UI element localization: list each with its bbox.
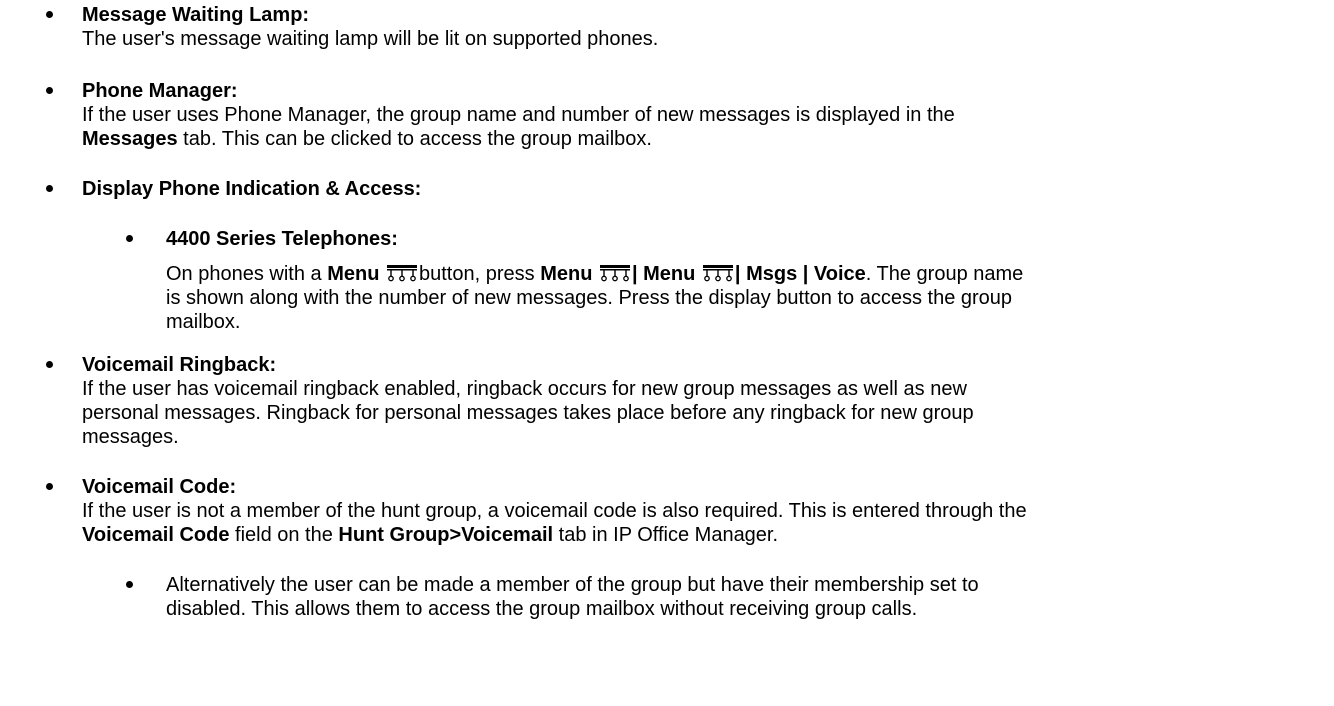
menu-key-icon bbox=[387, 265, 417, 282]
item-text: messages. bbox=[82, 426, 179, 448]
bullet bbox=[46, 483, 53, 490]
item-text: personal messages. Ringback for personal… bbox=[82, 402, 974, 424]
sub-item-text: Alternatively the user can be made a mem… bbox=[166, 574, 979, 596]
item-title: Voicemail Ringback: bbox=[82, 354, 277, 376]
item-title: Voicemail Code: bbox=[82, 476, 237, 498]
bullet bbox=[46, 185, 53, 192]
item-text: If the user uses Phone Manager, the grou… bbox=[82, 104, 955, 126]
sub-item-text: mailbox. bbox=[166, 311, 241, 333]
sub-item-title: 4400 Series Telephones: bbox=[166, 228, 398, 250]
item-title: Display Phone Indication & Access: bbox=[82, 178, 422, 200]
item-text: If the user has voicemail ringback enabl… bbox=[82, 378, 967, 400]
ui-term: Messages bbox=[82, 128, 178, 150]
bullet bbox=[46, 11, 53, 18]
sub-bullet bbox=[126, 235, 133, 242]
sub-bullet bbox=[126, 581, 133, 588]
ui-term: Hunt Group>Voicemail bbox=[338, 524, 554, 546]
sub-item-text: disabled. This allows them to access the… bbox=[166, 598, 918, 620]
item-title: Message Waiting Lamp: bbox=[82, 4, 310, 26]
item-text: Messages tab. This can be clicked to acc… bbox=[82, 128, 652, 150]
item-text: Voicemail Code field on the Hunt Group>V… bbox=[82, 524, 779, 546]
bullet bbox=[46, 361, 53, 368]
menu-key-icon bbox=[599, 265, 630, 282]
item-text: The user's message waiting lamp will be … bbox=[82, 28, 659, 50]
sub-item-text: is shown along with the number of new me… bbox=[166, 287, 1013, 309]
sub-item-text: On phones with a Menu button, press Menu… bbox=[166, 263, 1024, 285]
item-text: If the user is not a member of the hunt … bbox=[82, 500, 1027, 522]
bullet bbox=[46, 87, 53, 94]
ui-term: Voicemail Code bbox=[82, 524, 230, 546]
menu-key-icon bbox=[702, 265, 733, 282]
item-title: Phone Manager: bbox=[82, 80, 238, 102]
